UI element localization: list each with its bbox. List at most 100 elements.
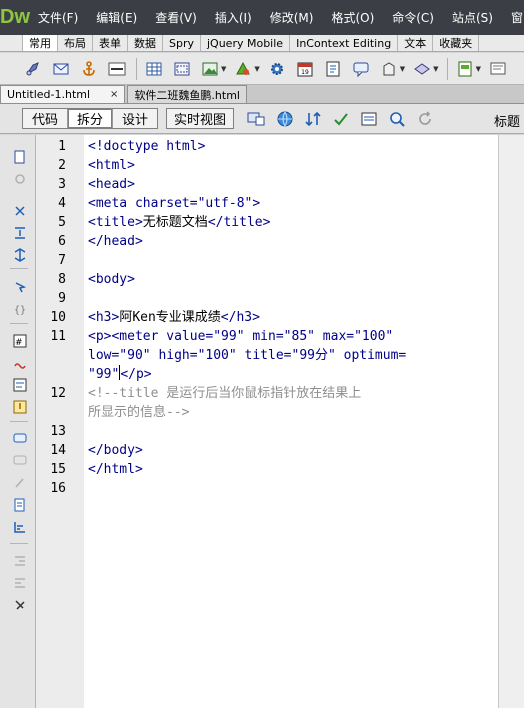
menu-insert[interactable]: 插入(I) (207, 0, 262, 35)
code-line[interactable]: <!doctype html> (88, 137, 205, 156)
refresh-icon[interactable] (414, 108, 436, 130)
insert-toolbar: ▼ ▼ 19 ▼ ▼ ▼ (0, 53, 524, 85)
div-icon[interactable] (171, 58, 193, 80)
table-icon[interactable] (143, 58, 165, 80)
tab-favorites[interactable]: 收藏夹 (433, 35, 480, 51)
format-source-code-icon[interactable] (12, 597, 28, 613)
media-icon[interactable] (232, 58, 254, 80)
select-parent-tag-icon[interactable] (12, 279, 28, 295)
preview-browser-icon[interactable] (274, 108, 296, 130)
tab-jquery-mobile[interactable]: jQuery Mobile (201, 35, 291, 51)
dreamweaver-logo: Dw (0, 6, 30, 28)
code-comment-line[interactable]: <!--title 是运行后当你鼠标指针放在结果上 (88, 384, 361, 403)
tab-layout[interactable]: 布局 (58, 35, 93, 51)
code-line[interactable]: <body> (88, 270, 135, 289)
code-line[interactable]: </body> (88, 441, 143, 460)
design-view-button[interactable]: 设计 (113, 109, 157, 128)
doc-tab-label: 软件二班魏鱼鹏.html (134, 88, 240, 102)
code-line[interactable]: <meta charset="utf-8"> (88, 194, 260, 213)
syntax-error-alerts-icon[interactable] (12, 399, 28, 415)
move-css-icon[interactable] (12, 519, 28, 535)
recent-snippets-icon[interactable] (12, 497, 28, 513)
comment-icon[interactable] (350, 58, 372, 80)
code-view-button[interactable]: 代码 (23, 109, 69, 128)
open-documents-icon[interactable] (12, 149, 28, 165)
menu-format[interactable]: 格式(O) (323, 0, 384, 35)
code-line[interactable]: <head> (88, 175, 135, 194)
code-tag: </p> (120, 367, 152, 382)
email-link-icon[interactable] (50, 58, 72, 80)
tab-spry[interactable]: Spry (163, 35, 201, 51)
code-line[interactable]: <html> (88, 156, 135, 175)
menu-window[interactable]: 窗 (503, 0, 524, 35)
doc-tab-untitled[interactable]: Untitled-1.html × (0, 85, 126, 103)
image-icon[interactable] (199, 58, 221, 80)
code-line[interactable]: <p><meter value="99" min="85" max="100" (88, 327, 393, 346)
remove-comment-icon[interactable] (12, 453, 28, 469)
script-icon[interactable] (411, 58, 433, 80)
server-side-include-icon[interactable] (322, 58, 344, 80)
highlight-invalid-code-icon[interactable] (12, 355, 28, 371)
vertical-scrollbar[interactable] (498, 135, 524, 708)
expand-all-icon[interactable] (12, 247, 28, 263)
word-wrap-icon[interactable] (12, 377, 28, 393)
collapse-full-tag-icon[interactable] (12, 203, 28, 219)
dropdown-arrow-icon[interactable]: ▼ (221, 65, 226, 73)
menu-site[interactable]: 站点(S) (444, 0, 503, 35)
tag-chooser-icon[interactable] (487, 58, 509, 80)
tab-text[interactable]: 文本 (398, 35, 434, 51)
tab-data[interactable]: 数据 (128, 35, 163, 51)
tab-incontext-editing[interactable]: InContext Editing (290, 35, 399, 51)
show-code-navigator-icon[interactable] (12, 171, 28, 187)
file-management-icon[interactable] (302, 108, 324, 130)
menu-commands[interactable]: 命令(C) (384, 0, 444, 35)
code-editor[interactable]: <!doctype html> <html> <head> <meta char… (84, 135, 498, 708)
live-view-button[interactable]: 实时视图 (166, 108, 235, 129)
menu-view[interactable]: 查看(V) (147, 0, 207, 35)
code-line[interactable]: </head> (88, 232, 143, 251)
named-anchor-icon[interactable] (78, 58, 100, 80)
hyperlink-icon[interactable] (22, 58, 44, 80)
tab-forms[interactable]: 表单 (93, 35, 128, 51)
horizontal-rule-icon[interactable] (106, 58, 128, 80)
templates-icon[interactable] (454, 58, 476, 80)
code-comment-line[interactable]: 所显示的信息--> (88, 403, 189, 422)
code-line[interactable]: <title>无标题文档</title> (88, 213, 270, 232)
dropdown-arrow-icon[interactable]: ▼ (254, 65, 259, 73)
visual-aids-icon[interactable] (358, 108, 380, 130)
menu-edit[interactable]: 编辑(E) (88, 0, 147, 35)
outdent-code-icon[interactable] (12, 575, 28, 591)
split-view-button[interactable]: 拆分 (68, 109, 114, 128)
balance-braces-icon[interactable]: {} (12, 301, 28, 317)
code-line[interactable]: low="90" high="100" title="99分" optimum= (88, 346, 406, 365)
check-browser-icon[interactable] (330, 108, 352, 130)
tab-common[interactable]: 常用 (22, 35, 58, 51)
document-title-label: 标题 (493, 115, 520, 130)
indent-code-icon[interactable] (12, 553, 28, 569)
svg-text:#: # (15, 338, 23, 348)
dropdown-arrow-icon[interactable]: ▼ (400, 65, 405, 73)
wrap-tag-icon[interactable] (12, 475, 28, 491)
doc-tab-second-file[interactable]: 软件二班魏鱼鹏.html (127, 85, 247, 103)
apply-comment-icon[interactable] (12, 431, 28, 447)
code-tag: <title> (88, 215, 143, 230)
line-number: 4 (58, 196, 66, 211)
code-line[interactable]: "99"</p> (88, 365, 152, 384)
code-line[interactable]: <h3>阿Ken专业课成绩</h3> (88, 308, 260, 327)
toolbar-separator (446, 57, 448, 80)
multiscreen-icon[interactable] (246, 108, 268, 130)
code-line[interactable]: </html> (88, 460, 143, 479)
line-number: 14 (50, 443, 66, 458)
dropdown-arrow-icon[interactable]: ▼ (476, 65, 481, 73)
head-icon[interactable] (378, 58, 400, 80)
menu-file[interactable]: 文件(F) (30, 0, 88, 35)
dropdown-arrow-icon[interactable]: ▼ (433, 65, 438, 73)
menu-modify[interactable]: 修改(M) (262, 0, 324, 35)
view-switcher: 代码 拆分 设计 (22, 108, 159, 129)
close-icon[interactable]: × (110, 89, 118, 100)
widget-gear-icon[interactable] (266, 58, 288, 80)
inspect-icon[interactable] (386, 108, 408, 130)
collapse-selection-icon[interactable] (12, 225, 28, 241)
line-numbers-icon[interactable]: # (12, 333, 28, 349)
date-icon[interactable]: 19 (294, 58, 316, 80)
